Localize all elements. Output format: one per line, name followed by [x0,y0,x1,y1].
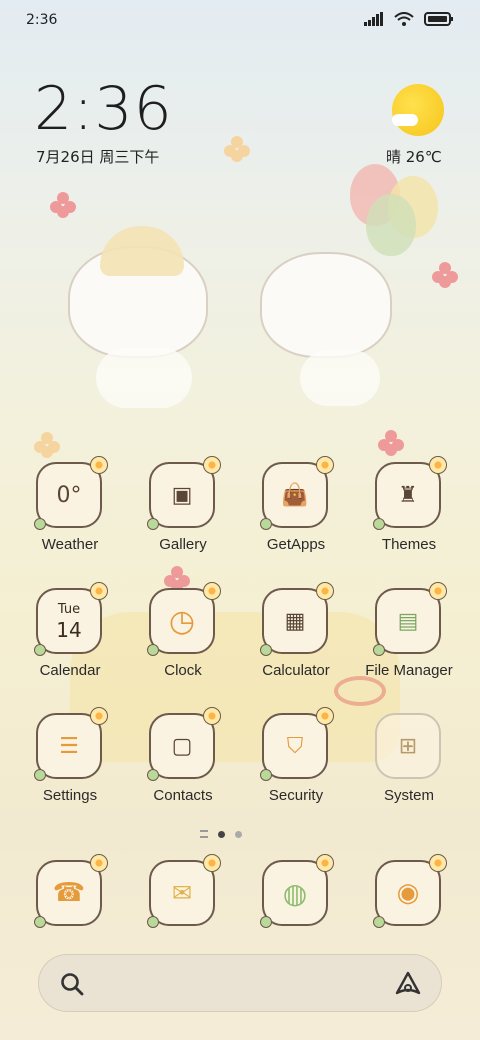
balloon-decoration [366,194,416,256]
app-label: Weather [41,536,99,553]
app-label: File Manager [365,662,453,679]
app-calculator[interactable]: ▦ Calculator [240,582,352,698]
app-label: Gallery [159,536,207,553]
app-label: System [383,787,434,804]
app-label: Calendar [39,662,101,679]
gallery-icon: ▣ [147,456,221,530]
assistant-icon[interactable] [393,969,423,999]
dock-messages[interactable]: ✉ [127,854,239,940]
search-bar[interactable] [38,954,442,1012]
app-security[interactable]: ⛉ Security [240,707,352,823]
cat-hat-decoration [100,226,184,276]
app-label: Security [268,787,324,804]
flower-decoration [378,430,404,456]
menu-lines-icon [200,830,208,838]
themes-icon: ♜ [373,456,447,530]
security-icon: ⛉ [260,707,334,781]
signal-icon [364,12,383,26]
battery-icon [424,12,453,26]
dock-phone[interactable]: ☎ [14,854,126,940]
app-label: Settings [42,787,98,804]
browser-icon: ◍ [260,854,334,928]
dock-camera[interactable]: ◉ [353,854,465,940]
app-gallery[interactable]: ▣ Gallery [127,456,239,572]
status-bar: 2:36 [0,0,480,44]
calculator-icon: ▦ [260,582,334,656]
balloon-decoration [350,164,400,226]
calendar-day: Tue [57,602,81,617]
status-icons [364,12,454,26]
widget-date: 7月26日 周三下午 [36,148,160,166]
widget-time: 2:36 [34,74,173,144]
widget-weather: 晴 26℃ [386,148,442,166]
app-label: Contacts [153,787,213,804]
app-system-folder[interactable]: ⊞ System [353,713,465,823]
status-time: 2:36 [26,12,58,28]
app-contacts[interactable]: ▢ Contacts [127,707,239,823]
app-clock[interactable]: ◷ Clock [127,582,239,698]
dock-browser[interactable]: ◍ [240,854,352,940]
cat-body-decoration [300,350,380,406]
clock-icon: ◷ [147,582,221,656]
getapps-icon: 👜 [260,456,334,530]
app-settings[interactable]: ☰ Settings [14,707,126,823]
app-label: Themes [381,536,437,553]
page-dot [235,830,242,838]
calendar-icon: Tue 14 [34,582,108,656]
weather-icon: 0° [34,456,108,530]
search-icon[interactable] [59,971,85,997]
cat-body-decoration [96,348,192,408]
sun-cloud-icon [392,84,444,136]
app-getapps[interactable]: 👜 GetApps [240,456,352,572]
app-themes[interactable]: ♜ Themes [353,456,465,572]
app-weather[interactable]: 0° Weather [14,456,126,572]
system-folder-icon: ⊞ [375,713,441,779]
calendar-date: 14 [56,618,82,642]
cat-illustration [68,246,208,358]
app-label: Clock [164,662,202,679]
flower-decoration [432,262,458,288]
flower-decoration [50,192,76,218]
file-manager-icon: ▤ [373,582,447,656]
app-calendar[interactable]: Tue 14 Calendar [14,582,126,698]
page-dot-active [218,830,225,838]
flower-decoration [224,136,250,162]
camera-icon: ◉ [373,854,447,928]
app-file-manager[interactable]: ▤ File Manager [353,582,465,698]
wifi-icon [394,12,414,26]
contacts-icon: ▢ [147,707,221,781]
app-label: GetApps [266,536,326,553]
phone-icon: ☎ [34,854,108,928]
messages-icon: ✉ [147,854,221,928]
flower-decoration [34,432,60,458]
cloud-icon [392,114,418,126]
balloon-decoration [388,176,438,238]
cat-illustration [260,252,392,358]
page-indicator[interactable] [200,830,242,838]
app-label: Calculator [262,662,330,679]
settings-icon: ☰ [34,707,108,781]
